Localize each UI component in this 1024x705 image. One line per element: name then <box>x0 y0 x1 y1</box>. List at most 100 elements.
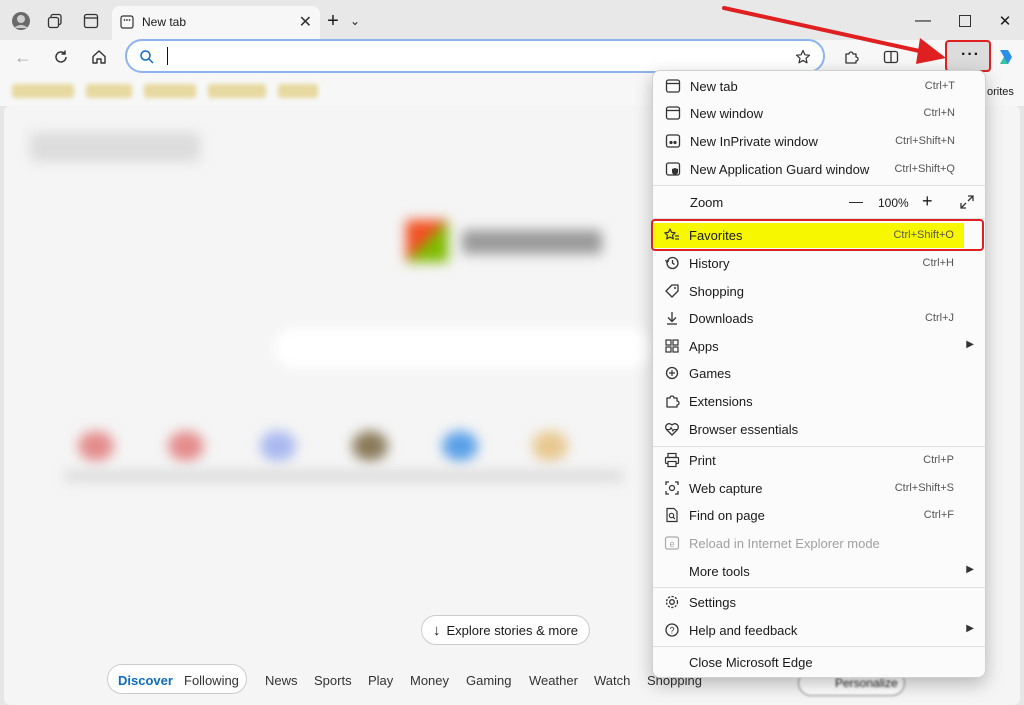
menu-item-downloads[interactable]: Downloads Ctrl+J <box>652 306 984 332</box>
quick-link[interactable] <box>78 431 114 461</box>
back-button[interactable]: ← <box>10 44 36 70</box>
menu-divider <box>653 646 985 647</box>
ie-mode-icon: e <box>664 535 680 551</box>
favorites-overflow-label[interactable]: orites <box>987 86 1014 98</box>
maximize-button[interactable] <box>952 8 978 34</box>
new-tab-icon <box>665 78 681 94</box>
microsoft-wordmark <box>462 230 602 254</box>
menu-label: Web capture <box>689 481 763 496</box>
nav-discover[interactable]: Discover <box>118 673 173 688</box>
menu-label: Find on page <box>689 508 765 523</box>
page-logo-blur <box>30 132 200 162</box>
refresh-icon <box>55 50 67 63</box>
menu-label: More tools <box>689 564 750 579</box>
workspaces-button[interactable] <box>42 8 68 34</box>
text-caret <box>167 47 168 65</box>
quick-link[interactable] <box>168 431 204 461</box>
menu-label: Downloads <box>689 311 754 326</box>
favorites-annotation-box <box>651 219 984 251</box>
menu-item-help-feedback[interactable]: ? Help and feedback ▶ <box>652 618 984 644</box>
quick-link[interactable] <box>352 431 388 461</box>
workspaces-icon <box>47 13 62 29</box>
fullscreen-icon[interactable] <box>959 194 975 213</box>
gear-icon <box>664 594 680 610</box>
menu-item-more-tools[interactable]: More tools ▶ <box>652 559 984 585</box>
favorite-item[interactable] <box>208 84 266 98</box>
nav-watch[interactable]: Watch <box>594 673 630 688</box>
menu-shortcut: Ctrl+N <box>923 107 955 119</box>
quick-link[interactable] <box>532 431 568 461</box>
menu-label: New InPrivate window <box>690 134 818 149</box>
menu-label: Reload in Internet Explorer mode <box>689 536 880 551</box>
menu-item-extensions[interactable]: Extensions <box>652 389 984 415</box>
menu-item-browser-essentials[interactable]: Browser essentials <box>652 417 984 443</box>
apps-grid-icon <box>664 338 680 354</box>
quick-link[interactable] <box>260 431 296 461</box>
menu-item-games[interactable]: Games <box>652 361 984 387</box>
menu-item-web-capture[interactable]: Web capture Ctrl+Shift+S <box>652 476 984 502</box>
menu-item-close-edge[interactable]: Close Microsoft Edge <box>652 650 984 676</box>
favorite-item[interactable] <box>12 84 74 98</box>
nav-sports[interactable]: Sports <box>314 673 352 688</box>
home-button[interactable] <box>86 44 112 70</box>
menu-item-apps[interactable]: Apps ▶ <box>652 334 984 360</box>
favorite-item[interactable] <box>278 84 318 98</box>
menu-item-new-tab[interactable]: New tab Ctrl+T <box>653 74 985 100</box>
tab-actions-icon <box>83 13 99 29</box>
menu-item-print[interactable]: Print Ctrl+P <box>652 448 984 474</box>
nav-following[interactable]: Following <box>184 673 239 688</box>
history-icon <box>664 255 680 271</box>
refresh-button[interactable] <box>48 44 74 70</box>
menu-item-find-on-page[interactable]: Find on page Ctrl+F <box>652 503 984 529</box>
profile-avatar[interactable] <box>8 8 34 34</box>
menu-item-new-inprivate[interactable]: New InPrivate window Ctrl+Shift+N <box>653 129 985 155</box>
favorite-item[interactable] <box>86 84 132 98</box>
printer-icon <box>664 452 680 468</box>
arrow-down-icon: ↓ <box>433 621 441 639</box>
favorite-item[interactable] <box>144 84 196 98</box>
nav-play[interactable]: Play <box>368 673 393 688</box>
menu-item-history[interactable]: History Ctrl+H <box>652 251 984 277</box>
menu-item-settings[interactable]: Settings <box>652 590 984 616</box>
zoom-out-button[interactable]: — <box>849 193 863 209</box>
menu-label: Settings <box>689 595 736 610</box>
zoom-in-button[interactable]: + <box>922 191 933 212</box>
menu-item-shopping[interactable]: Shopping <box>652 279 984 305</box>
menu-divider <box>653 587 985 588</box>
web-capture-icon <box>664 480 680 496</box>
menu-label: Shopping <box>689 284 744 299</box>
shopping-tag-icon <box>664 283 680 299</box>
copilot-button[interactable] <box>993 44 1019 70</box>
menu-label: Apps <box>689 339 719 354</box>
menu-shortcut: Ctrl+H <box>922 257 954 269</box>
nav-news[interactable]: News <box>265 673 298 688</box>
tab-new-tab[interactable]: New tab ✕ <box>112 6 320 40</box>
annotation-arrow-icon <box>722 6 946 64</box>
inprivate-icon <box>665 133 681 149</box>
personalize-label: Personalize <box>835 676 898 690</box>
quick-link[interactable] <box>442 431 478 461</box>
vertical-tabs-button[interactable] <box>78 8 104 34</box>
nav-weather[interactable]: Weather <box>529 673 578 688</box>
svg-text:?: ? <box>669 626 674 636</box>
tab-close-icon[interactable]: ✕ <box>299 12 312 32</box>
menu-item-new-window[interactable]: New window Ctrl+N <box>653 101 985 127</box>
nav-gaming[interactable]: Gaming <box>466 673 512 688</box>
tab-list-button[interactable]: ⌄ <box>342 8 368 34</box>
close-window-button[interactable]: ✕ <box>992 8 1018 34</box>
chevron-down-icon: ⌄ <box>349 14 361 28</box>
chevron-right-icon: ▶ <box>966 623 974 634</box>
home-icon <box>92 50 106 64</box>
explore-label: Explore stories & more <box>446 622 579 638</box>
plus-icon: + <box>327 9 339 32</box>
menu-item-new-application-guard[interactable]: New Application Guard window Ctrl+Shift+… <box>653 157 985 183</box>
menu-label: History <box>689 256 730 271</box>
explore-stories-button[interactable]: ↓ Explore stories & more <box>421 615 590 645</box>
avatar-icon <box>12 12 30 30</box>
nav-money[interactable]: Money <box>410 673 449 688</box>
page-search-box[interactable] <box>274 328 654 368</box>
microsoft-logo <box>406 220 448 262</box>
menu-label: Extensions <box>689 394 753 409</box>
settings-and-more-button[interactable]: ··· <box>945 40 991 72</box>
tab-title: New tab <box>142 15 187 29</box>
